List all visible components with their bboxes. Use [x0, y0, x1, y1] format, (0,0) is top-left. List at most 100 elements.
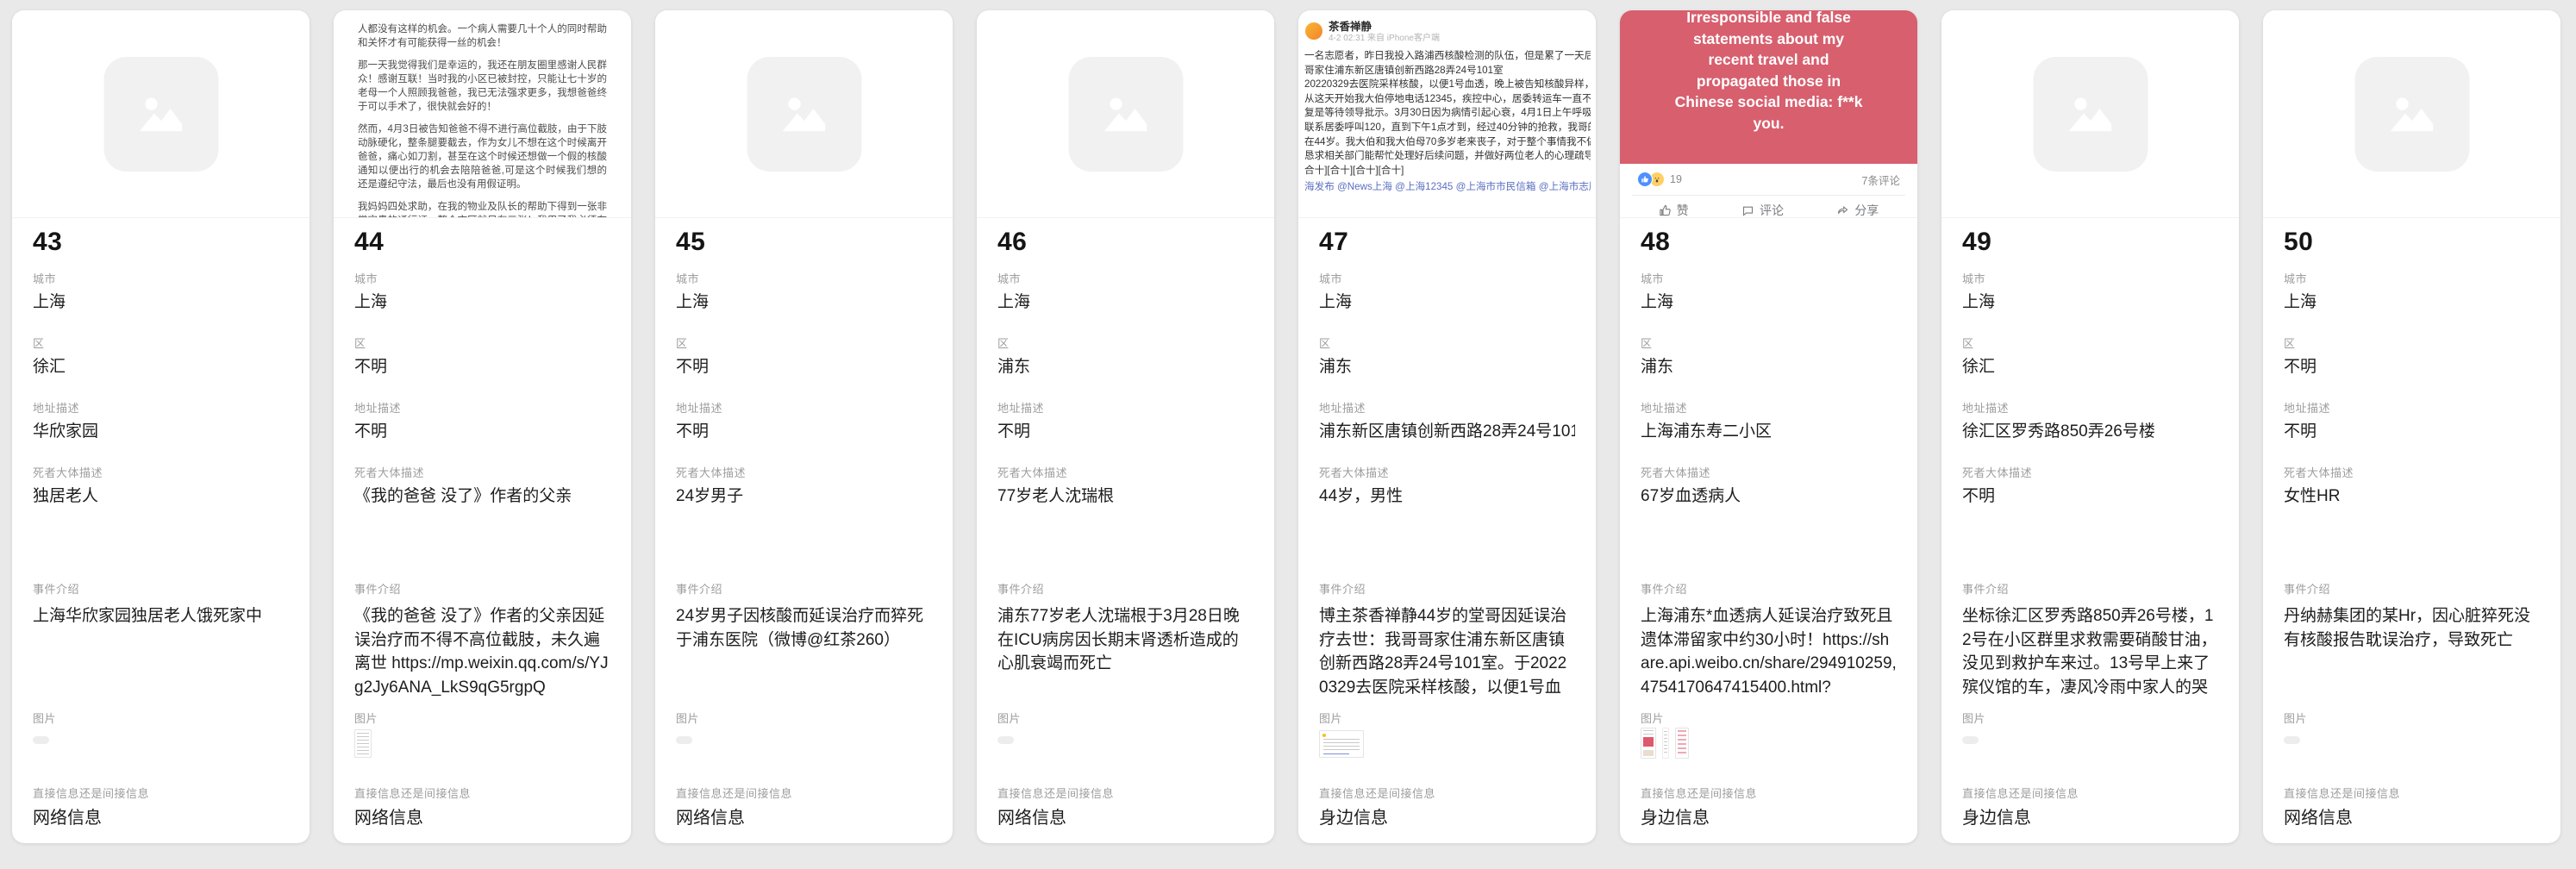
- image-thumbnails[interactable]: [33, 728, 289, 769]
- direct-value: 身边信息: [1319, 807, 1575, 829]
- image-label: 图片: [676, 710, 932, 726]
- card-number: 43: [33, 228, 62, 257]
- deceased-label: 死者大体描述: [676, 464, 932, 480]
- image-label: 图片: [1962, 710, 2218, 726]
- screenshot-thumbnail[interactable]: [1641, 728, 1656, 759]
- weibo-avatar: [1305, 22, 1322, 40]
- event-label: 事件介绍: [1962, 580, 2218, 597]
- photo-placeholder-icon: [133, 86, 190, 143]
- event-label: 事件介绍: [354, 580, 610, 597]
- district-label: 区: [2284, 334, 2540, 351]
- card-number: 50: [2284, 228, 2313, 257]
- event-label: 事件介绍: [676, 580, 932, 597]
- direct-value: 网络信息: [33, 807, 289, 829]
- screenshot-thumbnail[interactable]: [1675, 728, 1689, 759]
- thumbs-up-reaction-icon: [1637, 172, 1653, 187]
- document-thumbnail[interactable]: [354, 729, 372, 758]
- deceased-value: 44岁，男性: [1319, 485, 1575, 508]
- address-value: 不明: [2284, 421, 2540, 443]
- image-thumbnails[interactable]: [1641, 728, 1897, 769]
- image-thumbnails[interactable]: [354, 728, 610, 769]
- city-label: 城市: [2284, 270, 2540, 286]
- city-value: 上海: [997, 291, 1254, 314]
- city-value: 上海: [2284, 291, 2540, 314]
- image-placeholder: [1068, 57, 1183, 172]
- weibo-text-line: 20220329去医院采样核酸，以便1号血透，晚上被告知核酸异样，等待转移: [1304, 78, 1591, 92]
- case-card[interactable]: 46 城市 上海 区 浦东 地址描述 不明 死者大体描述 77岁老人沈瑞根 事件…: [977, 10, 1274, 843]
- case-card[interactable]: 50 城市 上海 区 不明 地址描述 不明 死者大体描述 女性HR 事件介绍 丹…: [2263, 10, 2560, 843]
- event-value: 坐标徐汇区罗秀路850弄26号楼，12号在小区群里求救需要硝酸甘油，没见到救护车…: [1962, 604, 2218, 699]
- like-button[interactable]: 赞: [1659, 202, 1689, 218]
- image-label: 图片: [1319, 710, 1575, 726]
- facebook-reactions-row: 19 7条评论: [1620, 164, 1917, 195]
- weibo-text-line: 合十][合十][合十][合十]: [1304, 164, 1591, 178]
- comment-button[interactable]: 评论: [1741, 202, 1784, 218]
- direct-value: 网络信息: [997, 807, 1254, 829]
- case-card[interactable]: 43 城市 上海 区 徐汇 地址描述 华欣家园 死者大体描述 独居老人 事件介绍…: [12, 10, 309, 843]
- case-card[interactable]: 45 城市 上海 区 不明 地址描述 不明 死者大体描述 24岁男子 事件介绍 …: [655, 10, 953, 843]
- event-value: 浦东77岁老人沈瑞根于3月28日晚在ICU病房因长期末肾透析造成的心肌衰竭而死亡: [997, 604, 1254, 676]
- district-value: 徐汇: [33, 356, 289, 378]
- image-thumbnails[interactable]: [1319, 728, 1575, 769]
- empty-image-pill: [2284, 736, 2300, 744]
- direct-label: 直接信息还是间接信息: [997, 785, 1254, 801]
- like-icon: [1659, 204, 1672, 217]
- article-paragraph: 人都没有这样的机会。一个病人需要几十个人的同时帮助和关怀才有可能获得一丝的机会！: [358, 22, 607, 50]
- deceased-label: 死者大体描述: [1319, 464, 1575, 480]
- image-thumbnails[interactable]: [676, 728, 932, 769]
- image-thumbnails[interactable]: [997, 728, 1254, 769]
- address-label: 地址描述: [997, 399, 1254, 416]
- screenshot-thumbnail[interactable]: [1319, 730, 1364, 758]
- event-value: 《我的爸爸 没了》作者的父亲因延误治疗而不得不高位截肢，未久遍离世 https:…: [354, 604, 610, 699]
- screenshot-thumbnail[interactable]: [1662, 728, 1669, 759]
- reaction-count: 19: [1670, 173, 1682, 185]
- deceased-label: 死者大体描述: [997, 464, 1254, 480]
- district-label: 区: [1319, 334, 1575, 351]
- comment-icon: [1741, 204, 1754, 217]
- case-card[interactable]: 人都没有这样的机会。一个病人需要几十个人的同时帮助和关怀才有可能获得一丝的机会！…: [334, 10, 631, 843]
- city-value: 上海: [33, 291, 289, 314]
- card-cover-image: [977, 10, 1274, 218]
- card-cover-image: [12, 10, 309, 218]
- weibo-text-line: 一名志愿者，昨日我投入路浦西核酸检测的队伍，但是累了一天后晚上接: [1304, 49, 1591, 64]
- direct-label: 直接信息还是间接信息: [1319, 785, 1575, 801]
- address-label: 地址描述: [1962, 399, 2218, 416]
- photo-placeholder-icon: [776, 86, 833, 143]
- city-value: 上海: [354, 291, 610, 314]
- district-value: 浦东: [1319, 356, 1575, 378]
- comment-count[interactable]: 7条评论: [1862, 172, 1900, 188]
- address-value: 不明: [354, 421, 610, 443]
- weibo-post-meta: 4-2 02:31 来自 iPhone客户端: [1329, 33, 1440, 44]
- card-number: 45: [676, 228, 705, 257]
- action-label: 评论: [1760, 202, 1784, 218]
- weibo-post-screenshot: 茶香禅静 4-2 02:31 来自 iPhone客户端 一名志愿者，昨日我投入路…: [1298, 10, 1596, 194]
- weibo-text-line: 在44岁。我大伯和我大伯母70多岁老来丧子，对于整个事情我不做评价，: [1304, 135, 1591, 150]
- image-placeholder: [2354, 57, 2469, 172]
- direct-value: 网络信息: [676, 807, 932, 829]
- image-thumbnails[interactable]: [2284, 728, 2540, 769]
- address-value: 上海浦东寿二小区: [1641, 421, 1897, 443]
- share-button[interactable]: 分享: [1836, 202, 1879, 218]
- card-cover-image: 茶香禅静 4-2 02:31 来自 iPhone客户端 一名志愿者，昨日我投入路…: [1298, 10, 1596, 218]
- card-number: 49: [1962, 228, 1991, 257]
- empty-image-pill: [33, 736, 49, 744]
- case-card[interactable]: 茶香禅静 4-2 02:31 来自 iPhone客户端 一名志愿者，昨日我投入路…: [1298, 10, 1596, 843]
- deceased-label: 死者大体描述: [354, 464, 610, 480]
- card-cover-image: [655, 10, 953, 218]
- city-label: 城市: [997, 270, 1254, 286]
- image-thumbnails[interactable]: [1962, 728, 2218, 769]
- event-label: 事件介绍: [1319, 580, 1575, 597]
- card-cover-image: 人都没有这样的机会。一个病人需要几十个人的同时帮助和关怀才有可能获得一丝的机会！…: [334, 10, 631, 218]
- district-label: 区: [676, 334, 932, 351]
- case-card[interactable]: 49 城市 上海 区 徐汇 地址描述 徐汇区罗秀路850弄26号楼 死者大体描述…: [1941, 10, 2239, 843]
- photo-placeholder-icon: [2384, 86, 2441, 143]
- article-screenshot: 人都没有这样的机会。一个病人需要几十个人的同时帮助和关怀才有可能获得一丝的机会！…: [334, 10, 631, 218]
- case-card[interactable]: Irresponsible and falsestatements about …: [1620, 10, 1917, 843]
- article-paragraph: 然而，4月3日被告知爸爸不得不进行高位截肢，由于下肢动脉硬化，整条腿要截去，作为…: [358, 122, 607, 191]
- district-label: 区: [997, 334, 1254, 351]
- direct-value: 网络信息: [2284, 807, 2540, 829]
- weibo-text-line: 从这天开始我大伯停地电话12345，疾控中心，居委转运车一直不来。永: [1304, 92, 1591, 107]
- address-label: 地址描述: [1641, 399, 1897, 416]
- district-value: 徐汇: [1962, 356, 2218, 378]
- weibo-username: 茶香禅静: [1329, 21, 1440, 33]
